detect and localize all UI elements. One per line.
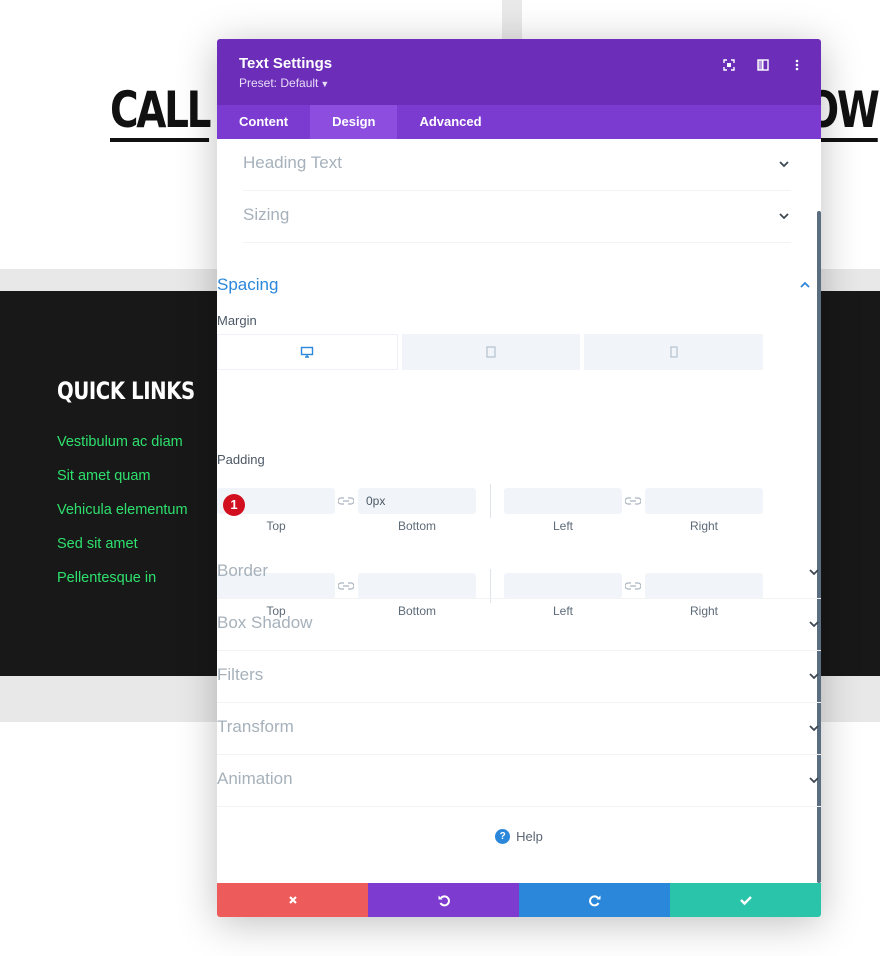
group-title: Box Shadow <box>217 613 313 632</box>
link-icon[interactable] <box>624 495 642 507</box>
modal-footer <box>217 883 821 917</box>
margin-left-input[interactable] <box>504 488 622 514</box>
quick-links-list: Vestibulum ac diam Sit amet quam Vehicul… <box>57 433 188 603</box>
link-icon[interactable] <box>337 495 355 507</box>
group-sizing[interactable]: Sizing <box>243 191 791 243</box>
redo-button[interactable] <box>519 883 670 917</box>
text-settings-modal: Text Settings Preset: Default ▼ Content D… <box>217 39 821 917</box>
quick-link[interactable]: Vehicula elementum <box>57 501 188 535</box>
chevron-down-icon <box>809 777 819 784</box>
page-divider-bar <box>502 0 522 40</box>
tab-content[interactable]: Content <box>217 105 310 139</box>
cancel-button[interactable] <box>217 883 368 917</box>
group-title: Filters <box>217 665 264 684</box>
caret-down-icon: ▼ <box>320 79 330 89</box>
margin-left-label: Left <box>552 519 573 533</box>
group-spacing-title[interactable]: Spacing <box>217 275 278 295</box>
group-title: Border <box>217 561 269 580</box>
tablet-icon <box>486 346 496 358</box>
group-border[interactable]: Border <box>217 547 821 599</box>
group-transform[interactable]: Transform <box>217 703 821 755</box>
margin-label: Margin <box>217 313 257 328</box>
help-icon: ? <box>495 829 511 844</box>
settings-tabs: Content Design Advanced <box>217 105 821 139</box>
desktop-tab[interactable] <box>217 334 398 370</box>
phone-icon <box>670 346 678 358</box>
checkmark-icon <box>739 896 752 906</box>
group-filters[interactable]: Filters <box>217 651 821 703</box>
undo-button[interactable] <box>368 883 519 917</box>
split-view-icon[interactable] <box>753 55 773 75</box>
more-options-icon[interactable] <box>787 55 807 75</box>
quick-link[interactable]: Vestibulum ac diam <box>57 433 188 467</box>
margin-bottom-label: Bottom <box>397 519 436 533</box>
group-title: Animation <box>217 769 293 788</box>
margin-fields: 0px <box>217 484 763 518</box>
lower-groups: Border Box Shadow Filters Transform Anim… <box>217 547 821 807</box>
group-title: Transform <box>217 717 294 736</box>
padding-label: Padding <box>217 452 265 467</box>
margin-right-label: Right <box>689 519 718 533</box>
fullscreen-icon[interactable] <box>719 55 739 75</box>
chevron-down-icon <box>779 161 789 168</box>
help-link[interactable]: ? Help <box>217 829 821 844</box>
group-title: Sizing <box>243 205 290 224</box>
chevron-down-icon <box>779 213 789 220</box>
margin-bottom-input[interactable]: 0px <box>358 488 476 514</box>
quick-link[interactable]: Pellentesque in <box>57 569 188 603</box>
chevron-down-icon <box>809 569 819 576</box>
redo-icon <box>588 895 600 907</box>
settings-body: Heading Text Sizing Spacing Margin 0px T… <box>217 139 821 883</box>
tab-design[interactable]: Design <box>310 105 398 139</box>
chevron-down-icon <box>809 725 819 732</box>
preset-selector[interactable]: Preset: Default ▼ <box>239 76 799 90</box>
group-animation[interactable]: Animation <box>217 755 821 807</box>
group-box-shadow[interactable]: Box Shadow <box>217 599 821 651</box>
step-badge: 1 <box>223 494 245 516</box>
group-heading-text[interactable]: Heading Text <box>243 139 791 191</box>
group-title: Heading Text <box>243 153 342 172</box>
phone-tab[interactable] <box>584 334 764 370</box>
help-label: Help <box>516 829 543 844</box>
chevron-up-icon[interactable] <box>799 280 811 290</box>
modal-header[interactable]: Text Settings Preset: Default ▼ <box>217 39 821 105</box>
margin-top-label: Top <box>266 519 286 533</box>
responsive-device-tabs <box>217 334 764 370</box>
chevron-down-icon <box>809 673 819 680</box>
close-icon <box>288 896 297 904</box>
desktop-icon <box>301 346 314 358</box>
field-divider <box>490 484 491 518</box>
quick-link[interactable]: Sed sit amet <box>57 535 188 569</box>
margin-right-input[interactable] <box>645 488 763 514</box>
save-button[interactable] <box>670 883 821 917</box>
preset-label: Preset: Default <box>239 76 319 90</box>
chevron-down-icon <box>809 621 819 628</box>
quick-links-title: QUICK LINKS <box>57 377 195 405</box>
quick-link[interactable]: Sit amet quam <box>57 467 188 501</box>
cta-heading-left[interactable]: CALL <box>110 82 211 142</box>
tablet-tab[interactable] <box>401 334 581 370</box>
undo-icon <box>438 895 450 907</box>
modal-title: Text Settings <box>239 55 333 72</box>
tab-advanced[interactable]: Advanced <box>397 105 503 139</box>
